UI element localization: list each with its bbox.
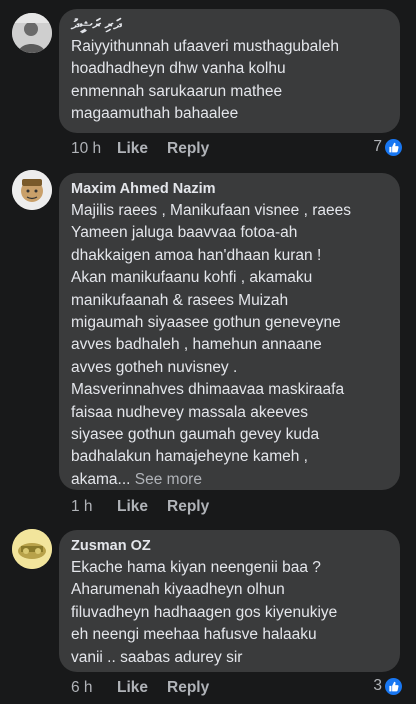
reaction-count[interactable]: 7 (373, 136, 402, 158)
avatar-photo-icon (12, 13, 52, 53)
reply-button[interactable]: Reply (167, 140, 209, 158)
reply-button[interactable]: Reply (167, 679, 209, 697)
avatar[interactable] (12, 170, 52, 210)
comment-timestamp[interactable]: 6 h (71, 679, 117, 697)
comment: ދަރި ރަޝީދު Raiyyithunnah ufaaveri musth… (0, 0, 416, 160)
comment: Maxim Ahmed Nazim Majilis raees , Maniku… (0, 160, 416, 520)
comment-text: Raiyyithunnah ufaaveri musthagubaleh hoa… (71, 38, 339, 123)
comment-text: Ekache hama kiyan neengenii baa ? Aharum… (71, 559, 338, 666)
comment-timestamp[interactable]: 1 h (71, 498, 117, 516)
comment: Zusman OZ Ekache hama kiyan neengenii ba… (0, 520, 416, 704)
like-thumbs-up-icon (385, 138, 402, 156)
reaction-count[interactable]: 3 (373, 675, 402, 697)
comment-bubble: Maxim Ahmed Nazim Majilis raees , Maniku… (59, 173, 400, 490)
see-more-link[interactable]: See more (135, 471, 202, 488)
comment-author[interactable]: Maxim Ahmed Nazim (71, 179, 388, 199)
comment-bubble: Zusman OZ Ekache hama kiyan neengenii ba… (59, 530, 400, 672)
like-button[interactable]: Like (117, 679, 167, 697)
avatar-photo-icon (12, 170, 52, 210)
comment-author[interactable]: Zusman OZ (71, 536, 388, 556)
comment-author[interactable]: ދަރި ރަޝީދު (71, 15, 141, 35)
like-thumbs-up-icon (385, 677, 402, 695)
like-button[interactable]: Like (117, 498, 167, 516)
comment-actions: 1 h Like Reply (71, 496, 209, 518)
reaction-count-number: 3 (373, 677, 382, 694)
comment-timestamp[interactable]: 10 h (71, 140, 117, 158)
comment-text-body: Majilis raees , Manikufaan visnee , raee… (71, 202, 351, 488)
comment-actions: 10 h Like Reply (71, 138, 209, 160)
comment-text: Majilis raees , Manikufaan visnee , raee… (71, 200, 388, 491)
like-button[interactable]: Like (117, 140, 167, 158)
avatar-photo-icon (12, 529, 52, 569)
reaction-count-number: 7 (373, 138, 382, 155)
avatar[interactable] (12, 13, 52, 53)
comment-actions: 6 h Like Reply (71, 677, 209, 699)
avatar[interactable] (12, 529, 52, 569)
comment-bubble: ދަރި ރަޝީދު Raiyyithunnah ufaaveri musth… (59, 9, 400, 133)
reply-button[interactable]: Reply (167, 498, 209, 516)
